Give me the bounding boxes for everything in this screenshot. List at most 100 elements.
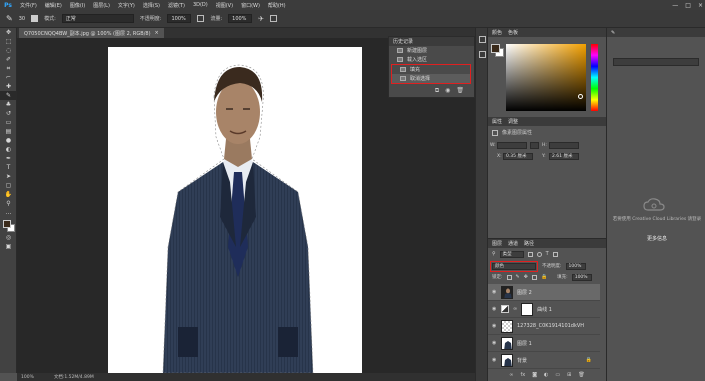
new-adjustment-icon[interactable]: ◐ — [544, 372, 548, 378]
layer-filter-select[interactable]: 类型 — [499, 250, 524, 258]
menu-type[interactable]: 文字(Y) — [114, 2, 139, 9]
visibility-eye-icon[interactable]: ◉ — [492, 340, 497, 346]
brush-tool-icon[interactable]: ✎ — [0, 91, 17, 100]
gradient-tool-icon[interactable]: ▤ — [0, 127, 17, 136]
tab-swatches[interactable]: 色板 — [508, 29, 518, 36]
color-panel-foreground-swatch[interactable] — [491, 44, 500, 53]
color-picker-field[interactable] — [506, 44, 586, 111]
menu-image[interactable]: 图像(I) — [66, 2, 89, 9]
dodge-tool-icon[interactable]: ◐ — [0, 145, 17, 154]
brush-panel-icon[interactable] — [31, 15, 39, 22]
blend-mode-select[interactable]: 颜色 — [492, 262, 536, 270]
flow-field[interactable]: 100% — [228, 14, 253, 23]
y-field[interactable]: 2.61 厘米 — [549, 153, 579, 160]
lasso-tool-icon[interactable]: ◌ — [0, 46, 17, 55]
history-item[interactable]: 填充 — [392, 65, 470, 74]
airbrush-icon[interactable]: ✈ — [258, 15, 264, 23]
eraser-tool-icon[interactable]: ▭ — [0, 118, 17, 127]
tab-properties[interactable]: 属性 — [492, 118, 502, 125]
foreground-color-swatch[interactable] — [3, 220, 11, 228]
history-item[interactable]: 新建图层 — [389, 46, 474, 55]
tab-channels[interactable]: 通道 — [508, 240, 518, 247]
document-tab-close-icon[interactable]: × — [155, 30, 159, 36]
menu-help[interactable]: 帮助(H) — [264, 2, 290, 9]
move-tool-icon[interactable]: ✥ — [0, 28, 17, 37]
snapshot-camera-icon[interactable]: ◉ — [445, 87, 450, 95]
new-group-icon[interactable]: ▭ — [555, 372, 560, 378]
eyedropper-tool-icon[interactable]: ⌐ — [0, 73, 17, 82]
maximize-button[interactable]: □ — [685, 2, 691, 9]
layer-row[interactable]: ◉ 图层 1 — [488, 335, 600, 352]
menu-file[interactable]: 文件(F) — [16, 2, 41, 9]
pen-tool-icon[interactable]: ✒ — [0, 154, 17, 163]
lock-transparency-icon[interactable] — [506, 274, 512, 280]
document-tab[interactable]: Q7050CNQQ4BW_副本.jpg @ 100% (图层 2, RGB/8)… — [19, 28, 164, 38]
pressure-opacity-icon[interactable] — [197, 15, 205, 22]
stamp-tool-icon[interactable]: ♣ — [0, 100, 17, 109]
history-item[interactable]: 载入选区 — [389, 55, 474, 64]
brush-size-value[interactable]: 30 — [19, 16, 25, 22]
layer-opacity-field[interactable]: 100% — [565, 262, 586, 270]
hue-slider[interactable] — [591, 44, 598, 111]
delete-layer-icon[interactable]: 🗑 — [578, 372, 584, 378]
filter-shape-icon[interactable] — [552, 251, 558, 257]
menu-layer[interactable]: 图层(L) — [89, 2, 114, 9]
history-panel-title[interactable]: 历史记录 — [393, 38, 413, 45]
history-item-selected[interactable]: 取消选择 — [392, 74, 470, 83]
height-field[interactable] — [549, 142, 579, 149]
screen-mode-icon[interactable]: ▣ — [0, 242, 17, 251]
document-canvas[interactable] — [108, 47, 362, 373]
menu-view[interactable]: 视图(V) — [212, 2, 237, 9]
history-panel-icon[interactable] — [479, 36, 486, 43]
visibility-eye-icon[interactable]: ◉ — [492, 357, 497, 363]
tab-layers[interactable]: 图层 — [492, 240, 502, 247]
path-select-tool-icon[interactable]: ➤ — [0, 172, 17, 181]
layer-row[interactable]: ◉ 背景 🔒 — [488, 352, 600, 369]
quick-select-tool-icon[interactable]: ✐ — [0, 55, 17, 64]
marquee-tool-icon[interactable]: ⬚ — [0, 37, 17, 46]
shape-tool-icon[interactable]: ▢ — [0, 181, 17, 190]
menu-filter[interactable]: 滤镜(T) — [164, 2, 189, 9]
tab-paths[interactable]: 路径 — [524, 240, 534, 247]
lock-artboard-icon[interactable] — [531, 274, 537, 280]
mode-select[interactable]: 正常 — [61, 14, 134, 23]
library-select[interactable] — [613, 58, 699, 66]
color-swatches[interactable] — [0, 217, 16, 233]
tab-color[interactable]: 颜色 — [492, 29, 502, 36]
actions-panel-icon[interactable] — [479, 51, 486, 58]
zoom-tool-icon[interactable]: ⚲ — [0, 199, 17, 208]
visibility-eye-icon[interactable]: ◉ — [492, 289, 497, 295]
lock-pixels-icon[interactable]: ✎ — [516, 274, 520, 280]
visibility-eye-icon[interactable]: ◉ — [492, 306, 497, 312]
layer-row[interactable]: ◉ ∞ 曲线 1 — [488, 301, 600, 318]
new-document-from-state-icon[interactable]: ⧉ — [435, 87, 439, 95]
link-layers-icon[interactable]: ∞ — [509, 372, 513, 378]
visibility-eye-icon[interactable]: ◉ — [492, 323, 497, 329]
new-layer-icon[interactable]: ⊞ — [567, 372, 571, 378]
filter-adjust-icon[interactable] — [536, 251, 542, 257]
fill-field[interactable]: 100% — [571, 273, 592, 281]
add-mask-icon[interactable]: ◙ — [532, 372, 537, 378]
pressure-size-icon[interactable] — [270, 15, 278, 22]
filter-pixel-icon[interactable] — [527, 251, 533, 257]
quick-mask-icon[interactable]: ◎ — [0, 233, 17, 242]
link-dimensions-box[interactable] — [530, 142, 539, 149]
color-picker-cursor[interactable] — [578, 94, 583, 99]
filter-type-icon[interactable]: T — [546, 251, 549, 257]
lock-all-icon[interactable]: 🔒 — [541, 274, 547, 280]
lock-position-icon[interactable]: ✥ — [524, 274, 528, 280]
close-window-button[interactable]: × — [698, 2, 703, 9]
delete-state-icon[interactable]: 🗑 — [456, 87, 464, 95]
healing-tool-icon[interactable]: ✚ — [0, 82, 17, 91]
type-tool-icon[interactable]: T — [0, 163, 17, 172]
layer-row-selected[interactable]: ◉ 图层 2 — [488, 284, 600, 301]
document-size-info[interactable]: 文档:1.52M/4.89M — [54, 374, 94, 380]
brush-tool-icon[interactable]: ✎ — [6, 14, 13, 23]
hand-tool-icon[interactable]: ✋ — [0, 190, 17, 199]
tab-adjustments[interactable]: 调整 — [508, 118, 518, 125]
more-info-link[interactable]: 更多信息 — [612, 235, 702, 242]
layer-row[interactable]: ◉ 127328_C0K1914101dkVH — [488, 318, 600, 335]
menu-3d[interactable]: 3D(D) — [189, 2, 212, 8]
menu-select[interactable]: 选择(S) — [139, 2, 164, 9]
crop-tool-icon[interactable]: ⌗ — [0, 64, 17, 73]
